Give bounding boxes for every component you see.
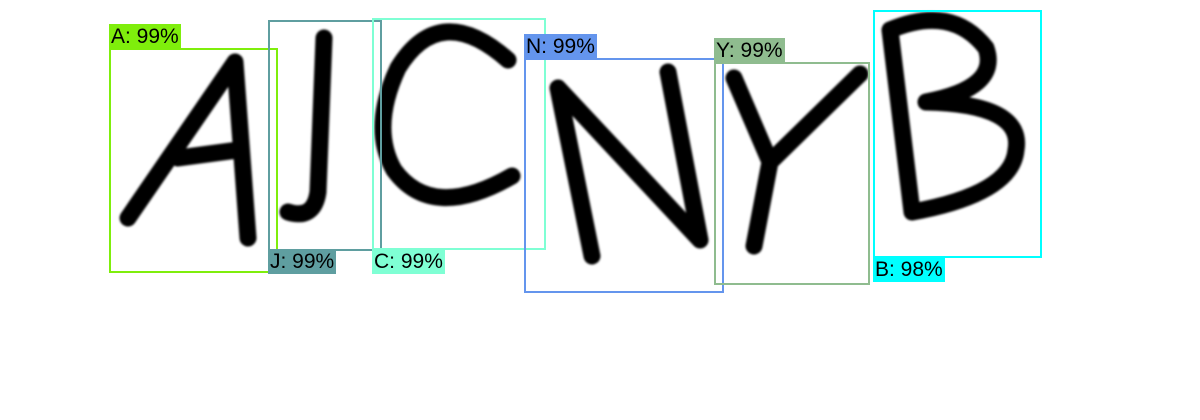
label-a: A: 99%: [109, 24, 181, 49]
bbox-y: [714, 62, 870, 285]
bbox-j: [268, 20, 382, 251]
label-j: J: 99%: [268, 249, 337, 274]
bbox-c: [372, 18, 546, 250]
label-y: Y: 99%: [714, 38, 785, 63]
label-n: N: 99%: [524, 34, 597, 59]
bbox-n: [524, 58, 724, 293]
label-c: C: 99%: [372, 249, 445, 274]
bbox-a: [109, 48, 278, 273]
bbox-b: [873, 10, 1042, 258]
label-b: B: 98%: [873, 257, 945, 282]
detection-canvas: A: 99% J: 99% C: 99% N: 99% Y: 99% B: 98…: [0, 0, 1200, 420]
